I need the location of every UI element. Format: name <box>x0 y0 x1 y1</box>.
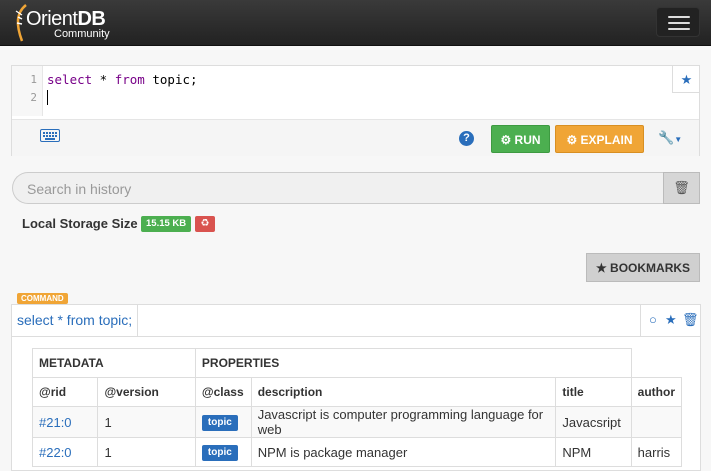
properties-group-header: PROPERTIES <box>194 348 632 378</box>
line-number: 1 <box>30 73 37 86</box>
group-header-row: METADATA PROPERTIES <box>32 348 682 378</box>
title-cell: NPM <box>555 437 632 467</box>
command-result-panel: select * from topic; ○ ★ 🗑 METADATA PROP… <box>11 304 701 471</box>
class-cell: topic <box>194 437 252 467</box>
circle-icon[interactable]: ○ <box>649 312 657 327</box>
column-header[interactable]: @rid <box>31 377 99 407</box>
bookmarks-button[interactable]: ★ BOOKMARKS <box>586 253 700 282</box>
class-badge[interactable]: topic <box>201 415 238 431</box>
bookmarks-label: BOOKMARKS <box>610 261 691 275</box>
text-cursor <box>47 90 48 105</box>
class-badge[interactable]: topic <box>201 445 238 461</box>
version-cell: 1 <box>97 437 196 467</box>
description-cell: Javascript is computer programming langu… <box>250 406 557 438</box>
class-cell: topic <box>194 406 252 438</box>
star-icon[interactable]: ★ <box>665 312 677 328</box>
command-tag: COMMAND <box>17 293 68 304</box>
search-placeholder: Search in history <box>27 181 132 197</box>
navbar: OrientDB Community <box>0 0 711 46</box>
storage-size-label: Local Storage Size <box>22 216 138 231</box>
help-icon[interactable]: ? <box>459 131 474 146</box>
column-header[interactable]: @class <box>194 377 252 407</box>
hamburger-icon-bar <box>668 28 690 30</box>
recycle-icon: ♻ <box>200 218 210 229</box>
column-header[interactable]: description <box>250 377 557 407</box>
table-row: #21:0 1 topic Javascript is computer pro… <box>31 406 683 438</box>
command-actions: ○ ★ 🗑 <box>640 305 700 336</box>
trash-icon[interactable]: 🗑 <box>682 312 699 328</box>
run-button[interactable]: ⚙ RUN <box>491 125 550 153</box>
column-header-row: @rid @version @class description title a… <box>31 377 683 407</box>
code-line[interactable]: select * from topic; <box>47 72 198 87</box>
star-icon: ★ <box>595 261 607 275</box>
author-cell <box>630 406 683 438</box>
table-row: #22:0 1 topic NPM is package manager NPM… <box>31 437 683 467</box>
trash-icon: 🗑 <box>673 180 690 195</box>
line-number: 2 <box>30 91 37 104</box>
clear-history-button[interactable]: 🗑 <box>663 172 700 204</box>
title-cell: Javacsript <box>555 406 632 438</box>
explain-button[interactable]: ⚙ EXPLAIN <box>555 125 644 153</box>
editor-toolbar: ? ⚙ RUN ⚙ EXPLAIN 🔧▼ <box>12 119 699 156</box>
brand-logo[interactable]: OrientDB Community <box>12 3 112 43</box>
command-header: select * from topic; ○ ★ 🗑 <box>12 305 700 337</box>
description-cell: NPM is package manager <box>250 437 557 467</box>
column-header[interactable]: title <box>555 377 632 407</box>
caret-down-icon: ▼ <box>674 135 683 144</box>
brand-subtitle: Community <box>54 28 110 40</box>
keyboard-icon[interactable] <box>40 129 60 142</box>
hamburger-icon-bar <box>668 22 690 24</box>
column-header[interactable]: author <box>630 377 683 407</box>
star-icon: ★ <box>680 72 693 87</box>
explain-label: EXPLAIN <box>580 133 633 147</box>
bookmark-query-button[interactable]: ★ <box>672 66 700 93</box>
hamburger-icon <box>668 16 690 18</box>
rid-link[interactable]: #22:0 <box>31 437 99 467</box>
rid-link[interactable]: #21:0 <box>31 406 99 438</box>
hamburger-menu-button[interactable] <box>656 7 700 37</box>
storage-size-badge: 15.15 KB <box>141 216 192 232</box>
wrench-icon: 🔧 <box>658 130 675 145</box>
metadata-group-header: METADATA <box>32 348 196 378</box>
cogs-icon: ⚙ <box>566 133 578 147</box>
command-query[interactable]: select * from topic; <box>12 305 139 336</box>
results-table: METADATA PROPERTIES @rid @version @class… <box>31 348 683 467</box>
query-editor-panel: 1 2 select * from topic; ★ ? ⚙ RUN ⚙ EXP… <box>11 65 700 156</box>
cog-icon: ⚙ <box>500 133 512 147</box>
wrench-dropdown-button[interactable]: 🔧▼ <box>658 130 682 146</box>
author-cell: harris <box>630 437 683 467</box>
run-label: RUN <box>514 133 541 147</box>
history-search-input[interactable]: Search in history <box>12 172 664 204</box>
clear-storage-button[interactable]: ♻ <box>195 216 215 232</box>
line-number-gutter: 1 2 <box>12 66 43 116</box>
column-header[interactable]: @version <box>97 377 196 407</box>
version-cell: 1 <box>97 406 196 438</box>
